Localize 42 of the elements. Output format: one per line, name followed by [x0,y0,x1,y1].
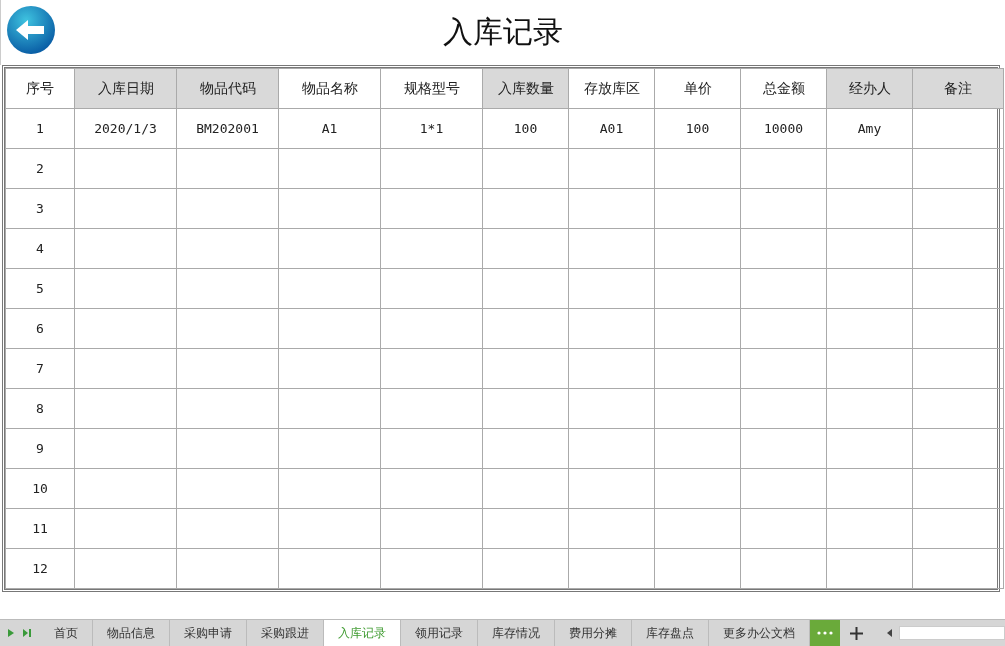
column-header: 物品名称 [278,68,381,109]
table-cell: 5 [5,268,75,309]
table-cell: 2 [5,148,75,189]
table-cell: 7 [5,348,75,389]
column-header: 总金额 [740,68,827,109]
table-cell: 9 [5,428,75,469]
column-header: 经办人 [826,68,913,109]
more-dots-icon [817,631,833,635]
table-cell: 2020/1/3 [74,108,177,149]
back-arrow-button[interactable] [6,5,56,55]
table-cell: 11 [5,508,75,549]
sheet-tab[interactable]: 入库记录 [324,620,401,646]
table-cell: 100 [654,108,741,149]
table-cell: 10000 [740,108,827,149]
column-header: 备注 [912,68,1004,109]
sheet-title: 入库记录 [443,13,563,51]
table-cell: Amy [826,108,913,149]
column-header: 单价 [654,68,741,109]
column-header: 入库数量 [482,68,569,109]
scroll-left-icon[interactable] [885,628,893,638]
table-cell: 8 [5,388,75,429]
horizontal-scrollbar[interactable] [899,626,1005,640]
column-header: 入库日期 [74,68,177,109]
table-cell: 6 [5,308,75,349]
table-cell: 10 [5,468,75,509]
table-cell: 4 [5,228,75,269]
table-cell: A1 [278,108,381,149]
table-cell: 12 [5,548,75,589]
table-cell: 100 [482,108,569,149]
table-cell: 1 [5,108,75,149]
column-header: 规格型号 [380,68,483,109]
table-cell: BM202001 [176,108,279,149]
first-sheet-icon[interactable] [6,628,16,638]
column-header: 存放库区 [568,68,655,109]
column-header: 物品代码 [176,68,279,109]
add-sheet-icon[interactable] [850,626,863,640]
table-cell: A01 [568,108,655,149]
table-cell: 1*1 [380,108,483,149]
more-button[interactable] [810,620,840,646]
table-cell: 3 [5,188,75,229]
column-header: 序号 [5,68,75,109]
last-sheet-icon[interactable] [22,628,32,638]
